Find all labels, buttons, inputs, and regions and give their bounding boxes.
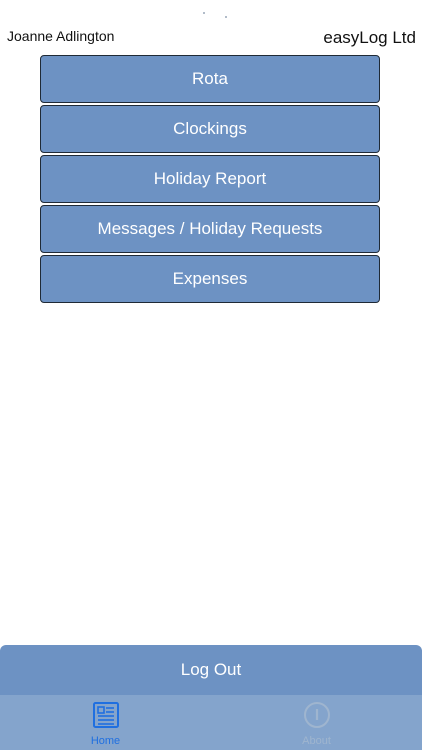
main-menu: Rota Clockings Holiday Report Messages /… [40,55,382,305]
holiday-report-button[interactable]: Holiday Report [40,155,380,203]
company-name: easyLog Ltd [323,28,416,47]
clockings-button[interactable]: Clockings [40,105,380,153]
tab-home-label: Home [90,735,121,747]
log-out-button[interactable]: Log Out [0,645,422,695]
rota-button[interactable]: Rota [40,55,380,103]
messages-holiday-requests-button[interactable]: Messages / Holiday Requests [40,205,380,253]
tab-bar: Home About [0,695,422,750]
user-name: Joanne Adlington [7,28,115,44]
tab-about-label: About [302,735,331,747]
newspaper-icon [92,702,119,728]
header: Joanne Adlington easyLog Ltd [0,24,422,52]
status-dot [225,16,227,18]
expenses-button[interactable]: Expenses [40,255,380,303]
status-bar-dots [0,8,422,20]
info-circle-icon [303,702,330,728]
tab-about[interactable]: About [211,695,422,750]
tab-home[interactable]: Home [0,695,211,750]
status-dot [203,12,205,14]
